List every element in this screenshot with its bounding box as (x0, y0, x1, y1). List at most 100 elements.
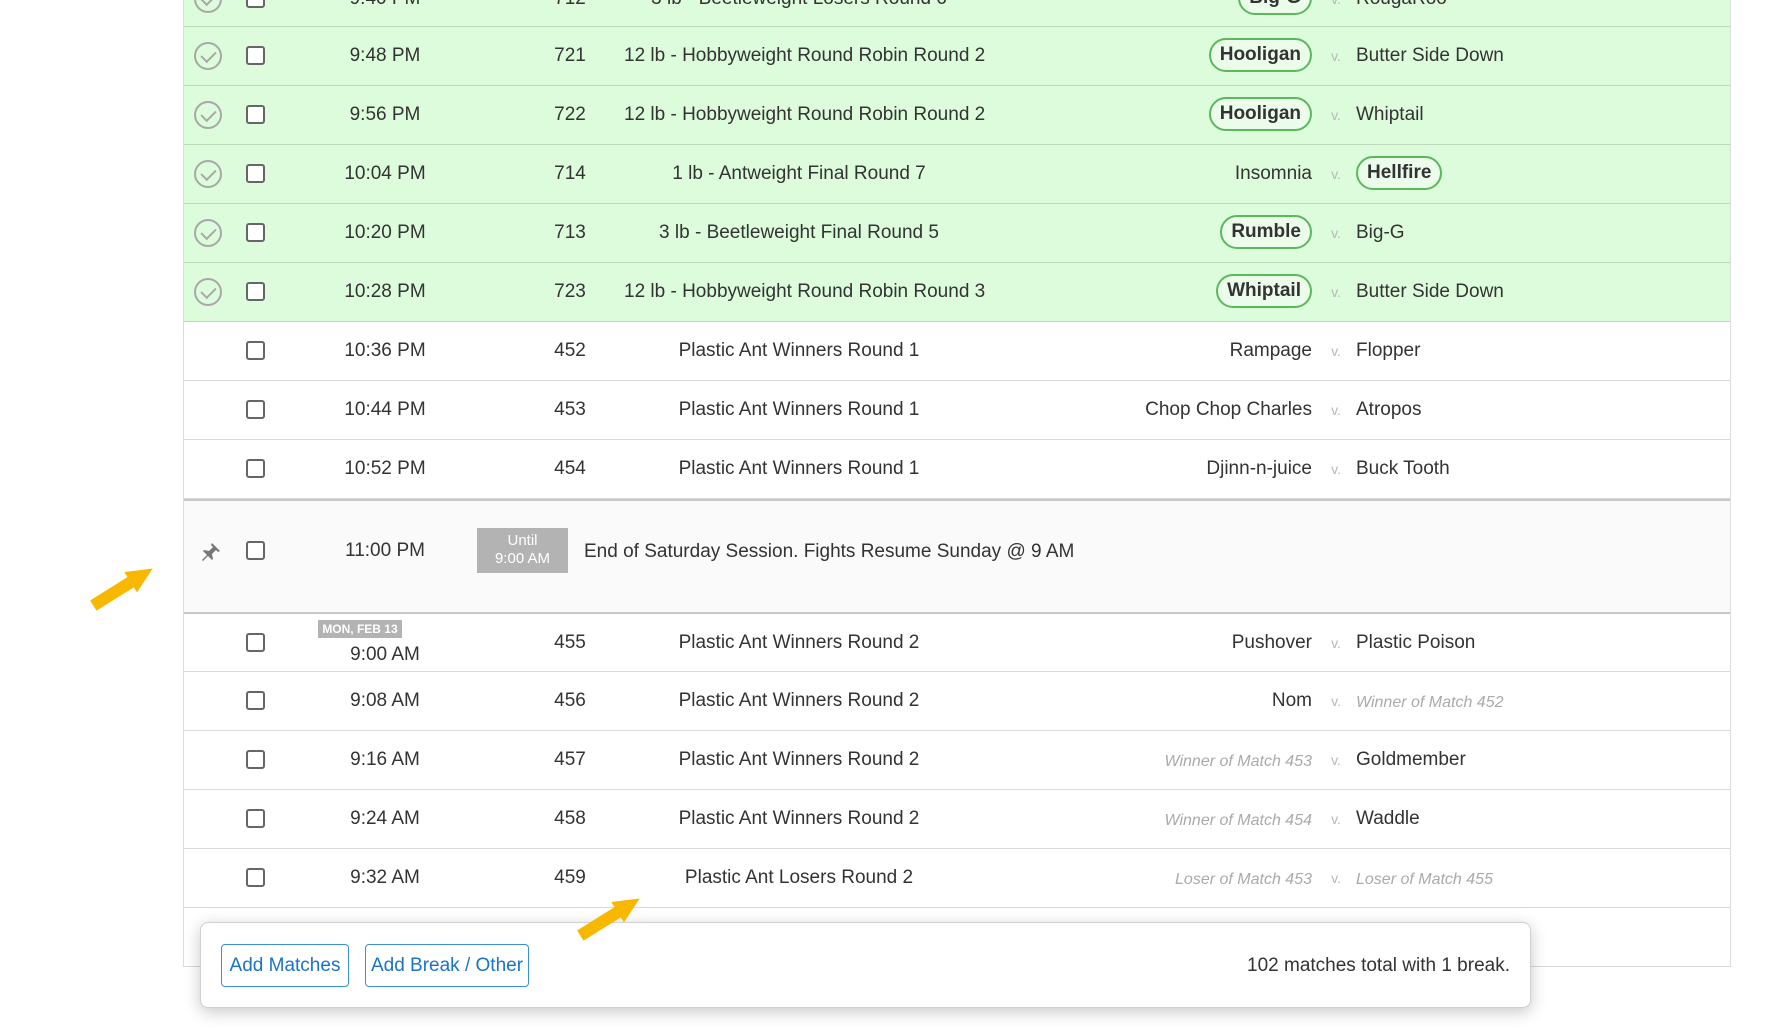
competitor-name[interactable]: Atropos (1356, 399, 1421, 420)
competitor-name[interactable]: Loser of Match 455 (1356, 871, 1493, 888)
select-checkbox[interactable] (246, 868, 265, 887)
left-competitor: Whiptail (1216, 274, 1312, 308)
break-time: 11:00 PM (345, 540, 425, 561)
select-checkbox[interactable] (246, 164, 265, 183)
left-competitor: Insomnia (1235, 163, 1312, 185)
match-row[interactable]: 9:16 AM 457 Plastic Ant Winners Round 2 Win… (184, 731, 1730, 790)
match-time: 10:52 PM (344, 458, 426, 479)
match-row[interactable]: 10:52 PM 454 Plastic Ant Winners Round 1 Dj… (184, 440, 1730, 499)
select-checkbox[interactable] (246, 541, 265, 560)
competitor-name[interactable]: Djinn-n-juice (1206, 458, 1312, 479)
add-matches-button[interactable]: Add Matches (221, 944, 349, 987)
match-number: 452 (554, 340, 586, 361)
winner-badge[interactable]: Hooligan (1208, 38, 1312, 72)
match-row[interactable]: 9:00 AM MON, FEB 13 455 Plastic Ant Winners… (184, 614, 1730, 672)
match-time: 10:44 PM (344, 399, 426, 420)
winner-badge[interactable]: Hooligan (1208, 97, 1312, 131)
select-checkbox[interactable] (246, 282, 265, 301)
competitor-name[interactable]: Insomnia (1235, 163, 1312, 184)
select-checkbox[interactable] (246, 105, 265, 124)
versus-label: v. (1331, 48, 1341, 64)
match-time: 10:36 PM (344, 340, 426, 361)
left-competitor: Djinn-n-juice (1206, 458, 1312, 480)
match-row[interactable]: 10:04 PM 714 1 lb - Antweight Final Round … (184, 145, 1730, 204)
match-row[interactable]: 9:08 AM 456 Plastic Ant Winners Round 2 Nom… (184, 672, 1730, 731)
event-name: 12 lb - Hobbyweight Round Robin Round 2 (624, 45, 986, 66)
add-break-button[interactable]: Add Break / Other (365, 944, 529, 987)
select-checkbox[interactable] (246, 633, 265, 652)
competitor-name[interactable]: Winner of Match 453 (1165, 753, 1312, 770)
match-row[interactable]: 10:28 PM 723 12 lb - Hobbyweight Round Rob… (184, 263, 1730, 322)
competitor-name[interactable]: Big-G (1356, 222, 1405, 243)
event-name: Plastic Ant Winners Round 1 (678, 399, 920, 420)
match-row[interactable]: 10:36 PM 452 Plastic Ant Winners Round 1 Ra… (184, 322, 1730, 381)
versus-label: v. (1331, 225, 1341, 241)
match-time: 9:00 AM (350, 644, 420, 665)
select-checkbox[interactable] (246, 46, 265, 65)
right-competitor: Waddle (1356, 808, 1420, 830)
event-name: Plastic Ant Winners Round 2 (678, 749, 920, 770)
match-number: 456 (554, 690, 586, 711)
competitor-name[interactable]: Chop Chop Charles (1145, 399, 1312, 420)
left-competitor: Loser of Match 453 (1175, 868, 1312, 890)
competitor-name[interactable]: Goldmember (1356, 749, 1466, 770)
pin-icon[interactable] (198, 541, 222, 565)
match-time: 9:32 AM (350, 867, 420, 888)
select-checkbox[interactable] (246, 223, 265, 242)
event-name: Plastic Ant Winners Round 2 (678, 690, 920, 711)
completed-check-icon (194, 42, 222, 70)
competitor-name[interactable]: Buck Tooth (1356, 458, 1450, 479)
versus-label: v. (1331, 107, 1341, 123)
break-description: End of Saturday Session. Fights Resume S… (584, 541, 1075, 562)
match-row[interactable]: 9:24 AM 458 Plastic Ant Winners Round 2 Win… (184, 790, 1730, 849)
select-checkbox[interactable] (246, 809, 265, 828)
left-competitor: Winner of Match 454 (1165, 809, 1312, 831)
competitor-name[interactable]: Winner of Match 454 (1165, 812, 1312, 829)
completed-check-icon (194, 278, 222, 306)
competitor-name[interactable]: Flopper (1356, 340, 1420, 361)
select-checkbox[interactable] (246, 400, 265, 419)
event-name: Plastic Ant Winners Round 2 (678, 632, 920, 653)
winner-badge[interactable]: Hellfire (1356, 156, 1443, 190)
competitor-name[interactable]: Plastic Poison (1356, 632, 1475, 653)
select-checkbox[interactable] (246, 691, 265, 710)
competitor-name[interactable]: Butter Side Down (1356, 45, 1504, 66)
competitor-name[interactable]: Nom (1272, 690, 1312, 711)
left-competitor: Winner of Match 453 (1165, 750, 1312, 772)
event-name: Plastic Ant Winners Round 2 (678, 808, 920, 829)
select-checkbox[interactable] (246, 0, 265, 8)
winner-badge[interactable]: Whiptail (1216, 274, 1312, 308)
select-checkbox[interactable] (246, 459, 265, 478)
competitor-name[interactable]: Rampage (1230, 340, 1312, 361)
right-competitor: Flopper (1356, 340, 1420, 362)
select-checkbox[interactable] (246, 750, 265, 769)
match-number: 458 (554, 808, 586, 829)
match-row[interactable]: 10:44 PM 453 Plastic Ant Winners Round 1 Ch… (184, 381, 1730, 440)
break-row[interactable]: 11:00 PM Until 9:00 AM End of Saturday Sess… (184, 499, 1730, 614)
match-time: 10:04 PM (344, 163, 426, 184)
winner-badge[interactable]: Big-G (1238, 0, 1312, 15)
competitor-name[interactable]: Waddle (1356, 808, 1420, 829)
select-checkbox[interactable] (246, 341, 265, 360)
competitor-name[interactable]: RougaRoo (1356, 0, 1447, 9)
competitor-name[interactable]: Butter Side Down (1356, 281, 1504, 302)
versus-label: v. (1331, 343, 1341, 359)
match-number: 713 (554, 222, 586, 243)
match-row[interactable]: 9:32 AM 459 Plastic Ant Losers Round 2 Lose… (184, 849, 1730, 908)
competitor-name[interactable]: Winner of Match 452 (1356, 694, 1503, 711)
right-competitor: RougaRoo (1356, 0, 1447, 10)
match-row[interactable]: 9:40 PM 712 3 lb - Beetleweight Losers Rou… (184, 0, 1730, 27)
right-competitor: Whiptail (1356, 104, 1424, 126)
match-row[interactable]: 10:20 PM 713 3 lb - Beetleweight Final Rou… (184, 204, 1730, 263)
winner-badge[interactable]: Rumble (1220, 215, 1312, 249)
event-name: 3 lb - Beetleweight Losers Round 6 (624, 0, 974, 10)
versus-label: v. (1331, 461, 1341, 477)
match-time: 10:20 PM (344, 222, 426, 243)
match-row[interactable]: 9:48 PM 721 12 lb - Hobbyweight Round Robi… (184, 27, 1730, 86)
match-summary-text: 102 matches total with 1 break. (1247, 955, 1510, 976)
right-competitor: Goldmember (1356, 749, 1466, 771)
competitor-name[interactable]: Pushover (1232, 632, 1312, 653)
competitor-name[interactable]: Loser of Match 453 (1175, 871, 1312, 888)
match-row[interactable]: 9:56 PM 722 12 lb - Hobbyweight Round Robi… (184, 86, 1730, 145)
competitor-name[interactable]: Whiptail (1356, 104, 1424, 125)
